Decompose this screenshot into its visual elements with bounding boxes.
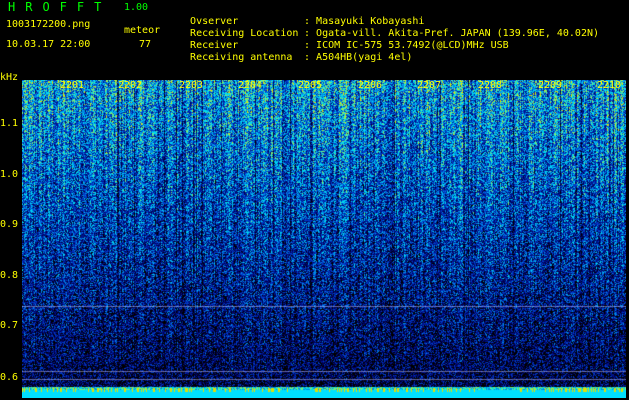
filename-label: 1003172200.png <box>6 19 91 30</box>
datetime-label: 10.03.17 22:00 <box>6 39 91 50</box>
x-tick-label: 2202 <box>118 80 143 91</box>
meta-label: Receiving antenna <box>190 52 293 63</box>
x-tick-label: 2209 <box>538 80 563 91</box>
version-label: 1.00 <box>124 2 149 13</box>
y-tick-label: 0.9 <box>0 219 19 230</box>
y-tick-label: 0.7 <box>0 320 19 331</box>
y-tick-label: 0.8 <box>0 270 19 281</box>
meta-value: A504HB(yagi 4el) <box>316 52 413 63</box>
meteor-label: meteor <box>124 25 161 36</box>
y-tick-label: 1.1 <box>0 118 19 129</box>
x-tick-label: 2203 <box>179 80 204 91</box>
x-tick-label: 2208 <box>478 80 503 91</box>
x-tick-label: 2204 <box>238 80 263 91</box>
x-tick-label: 2210 <box>597 80 622 91</box>
y-axis-unit: kHz <box>0 72 19 83</box>
meta-separator: : <box>304 52 311 63</box>
x-tick-label: 2205 <box>298 80 323 91</box>
x-tick-label: 2201 <box>60 80 85 91</box>
meta-row-antenna: Receiving antenna: A504HB(yagi 4el) <box>178 40 412 64</box>
meteor-count: 77 <box>139 39 152 50</box>
spectrogram-canvas <box>22 80 626 398</box>
y-tick-label: 1.0 <box>0 169 19 180</box>
x-tick-label: 2206 <box>358 80 383 91</box>
spectrogram-plot <box>22 80 626 398</box>
y-tick-label: 0.6 <box>0 372 19 383</box>
x-tick-label: 2207 <box>417 80 442 91</box>
app-title: HROFFT <box>8 0 112 14</box>
